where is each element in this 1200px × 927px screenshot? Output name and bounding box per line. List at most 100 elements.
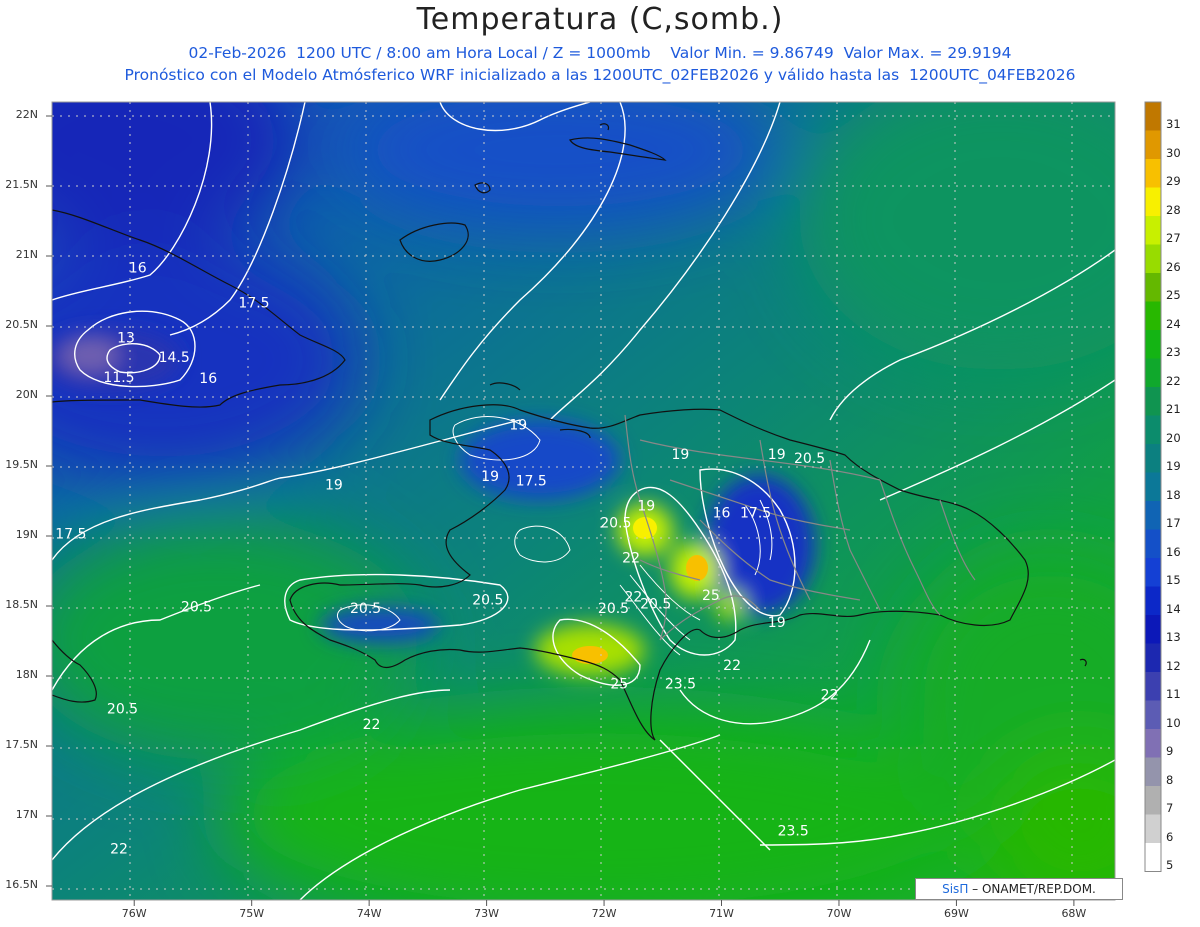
- colorbar-swatch: [1145, 757, 1161, 787]
- contour-label: 22: [723, 658, 741, 674]
- contour-label: 22: [363, 717, 381, 733]
- colorbar-swatch: [1145, 273, 1161, 302]
- colorbar-label: 26: [1166, 259, 1181, 274]
- longitude-label: 70W: [826, 907, 852, 920]
- contour-label: 20.5: [350, 601, 381, 617]
- colorbar-swatch: [1145, 643, 1161, 673]
- colorbar-swatch: [1145, 558, 1161, 587]
- longitude-label: 76W: [121, 907, 147, 920]
- contour-label: 22: [821, 688, 839, 704]
- contour-label: 20.5: [472, 592, 503, 608]
- latitude-label: 20N: [15, 388, 38, 401]
- longitude-label: 68W: [1061, 907, 1087, 920]
- latitude-label: 21N: [15, 248, 38, 261]
- colorbar-label: 20: [1166, 430, 1181, 445]
- warm-spot-core: [572, 646, 608, 664]
- contour-label: 20.5: [640, 597, 671, 613]
- latitude-label: 18.5N: [5, 598, 38, 611]
- contour-label: 20.5: [598, 601, 629, 617]
- contour-label: 20.5: [107, 702, 138, 718]
- colorbar-label: 12: [1166, 658, 1181, 673]
- colorbar-label: 30: [1166, 145, 1181, 160]
- colorbar-label: 6: [1166, 829, 1174, 844]
- contour-label: 25: [702, 588, 720, 604]
- contour-label: 23.5: [665, 676, 696, 692]
- longitude-label: 75W: [239, 907, 265, 920]
- contour-label: 19: [509, 417, 527, 433]
- warm-spot-core: [633, 517, 657, 539]
- contour-label: 25: [610, 676, 628, 692]
- contour-label: 19: [768, 447, 786, 463]
- colorbar-swatch: [1145, 672, 1161, 701]
- colorbar-label: 25: [1166, 288, 1181, 303]
- colorbar-label: 18: [1166, 487, 1181, 502]
- temperature-field: 16 17.5 13 14.5 11.5 16 19 19 17.5 19 17.5 19 19 20.5…: [52, 102, 1115, 900]
- colorbar-swatch: [1145, 244, 1161, 274]
- colorbar-label: 11: [1166, 687, 1181, 702]
- colorbar-label: 17: [1166, 516, 1181, 531]
- contour-label: 19: [637, 499, 655, 515]
- temperature-map: 16 17.5 13 14.5 11.5 16 19 19 17.5 19 17.5 19 19 20.5…: [46, 101, 1162, 906]
- colorbar-label: 19: [1166, 459, 1181, 474]
- colorbar-swatch: [1145, 130, 1161, 160]
- colorbar-label: 8: [1166, 772, 1174, 787]
- latitude-label: 19N: [15, 528, 38, 541]
- colorbar-swatch: [1145, 586, 1161, 616]
- colorbar-label: 27: [1166, 231, 1181, 246]
- contour-label: 20.5: [181, 599, 212, 615]
- colorbar-label: 29: [1166, 174, 1181, 189]
- contour-label: 22: [622, 550, 640, 566]
- credit-brand: SisΠ: [942, 882, 969, 896]
- colorbar-swatch: [1145, 330, 1161, 359]
- latitude-label: 22N: [15, 108, 38, 121]
- contour-label: 16: [199, 371, 217, 387]
- latitude-label: 20.5N: [5, 318, 38, 331]
- colorbar-label: 31: [1166, 117, 1181, 132]
- colorbar-swatch: [1145, 843, 1161, 872]
- colorbar-swatch: [1145, 472, 1161, 502]
- colorbar-swatch: [1145, 700, 1161, 730]
- colorbar-swatch: [1145, 529, 1161, 559]
- contour-label: 23.5: [778, 823, 809, 839]
- latitude-label: 19.5N: [5, 458, 38, 471]
- contour-label: 17.5: [55, 527, 86, 543]
- colorbar-label: 16: [1166, 544, 1181, 559]
- colorbar-label: 13: [1166, 630, 1181, 645]
- contour-label: 14.5: [159, 350, 190, 366]
- colorbar-swatch: [1145, 501, 1161, 530]
- colorbar-swatch: [1145, 187, 1161, 217]
- colorbar-swatch: [1145, 216, 1161, 245]
- credit-box: SisΠ – ONAMET/REP.DOM.: [915, 878, 1123, 900]
- colorbar: [1144, 101, 1162, 872]
- contour-label: 16: [713, 506, 731, 522]
- contour-label: 19: [768, 615, 786, 631]
- colorbar-label: 15: [1166, 573, 1181, 588]
- colorbar-swatch: [1145, 415, 1161, 445]
- colorbar-swatch: [1145, 387, 1161, 416]
- colorbar-swatch: [1145, 301, 1161, 331]
- contour-label: 16: [129, 261, 147, 277]
- colorbar-label: 9: [1166, 744, 1174, 759]
- contour-label: 17.5: [516, 473, 547, 489]
- colorbar-swatch: [1145, 729, 1161, 758]
- colorbar-swatch: [1145, 615, 1161, 644]
- colorbar-label: 21: [1166, 402, 1181, 417]
- longitude-label: 69W: [943, 907, 969, 920]
- colorbar-swatch: [1145, 159, 1161, 188]
- contour-label: 17.5: [238, 296, 269, 312]
- latitude-label: 17.5N: [5, 738, 38, 751]
- colorbar-label: 14: [1166, 601, 1181, 616]
- contour-label: 20.5: [794, 451, 825, 467]
- contour-label: 22: [110, 842, 128, 858]
- contour-label: 13: [117, 331, 135, 347]
- colorbar-swatch: [1145, 102, 1161, 131]
- colorbar-swatch: [1145, 358, 1161, 388]
- latitude-label: 17N: [15, 808, 38, 821]
- longitude-label: 74W: [356, 907, 382, 920]
- colorbar-swatch: [1145, 444, 1161, 473]
- colorbar-swatch: [1145, 814, 1161, 844]
- contour-label: 19: [671, 447, 689, 463]
- longitude-label: 73W: [474, 907, 500, 920]
- contour-label: 17.5: [740, 506, 771, 522]
- longitude-label: 71W: [709, 907, 734, 920]
